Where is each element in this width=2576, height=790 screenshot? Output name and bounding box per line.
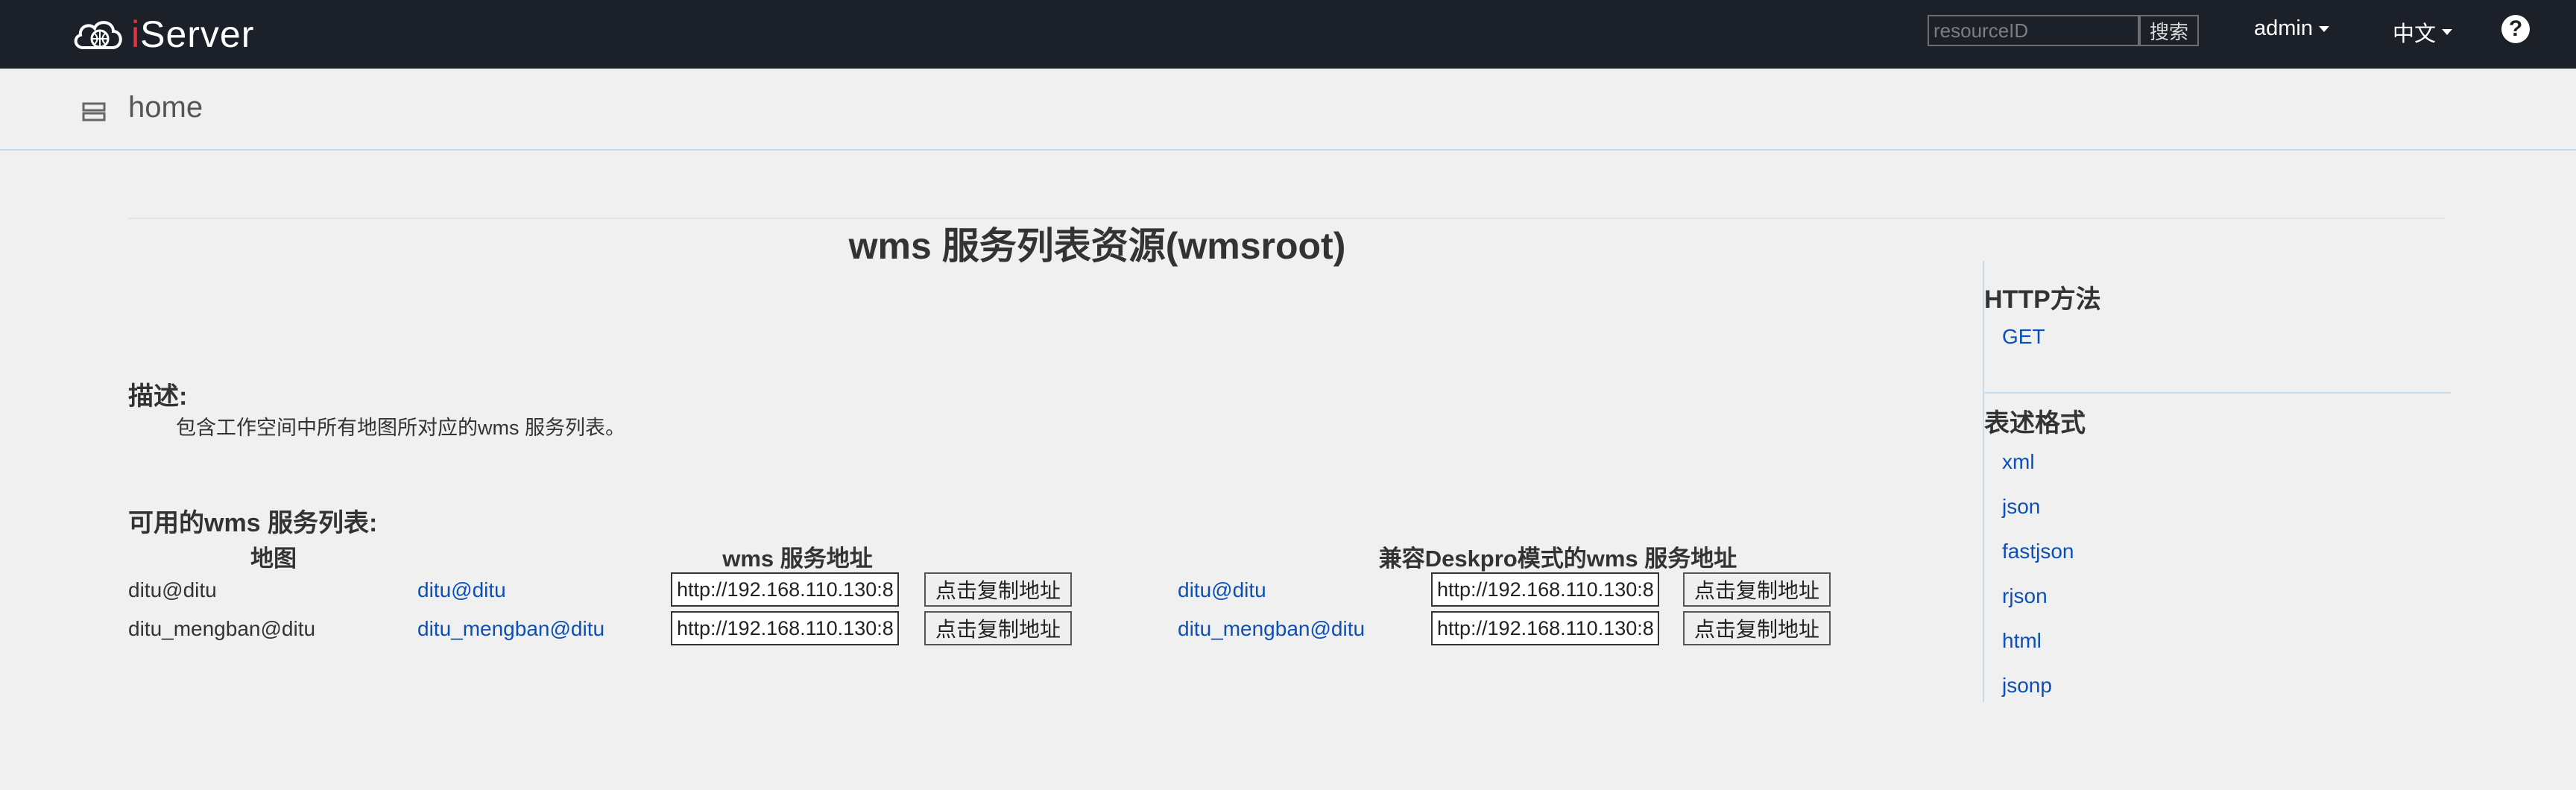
- menu-icon[interactable]: [82, 101, 106, 122]
- page-title: wms 服务列表资源(wmsroot): [848, 225, 1346, 267]
- help-icon[interactable]: ?: [2501, 15, 2530, 43]
- search-button[interactable]: 搜索: [2139, 15, 2199, 46]
- cloud-globe-icon: [74, 21, 122, 49]
- breadcrumb-bar: home: [0, 69, 2576, 151]
- language-dropdown[interactable]: 中文: [2393, 16, 2453, 48]
- deskpro-address-field[interactable]: [1431, 611, 1659, 645]
- deskpro-address-field[interactable]: [1431, 572, 1659, 607]
- http-methods-heading: HTTP方法: [1984, 285, 2101, 314]
- copy-deskpro-address-button[interactable]: 点击复制地址: [1683, 611, 1831, 645]
- description-heading: 描述:: [128, 382, 188, 411]
- service-list-heading: 可用的wms 服务列表:: [128, 509, 378, 537]
- format-html-link[interactable]: html: [2002, 629, 2042, 653]
- deskpro-service-link[interactable]: ditu_mengban@ditu: [1178, 617, 1365, 641]
- copy-address-button[interactable]: 点击复制地址: [924, 611, 1072, 645]
- format-fastjson-link[interactable]: fastjson: [2002, 540, 2074, 563]
- language-label: 中文: [2393, 22, 2437, 46]
- formats-heading: 表述格式: [1984, 409, 2086, 437]
- chevron-down-icon: [2442, 29, 2453, 35]
- format-json-link[interactable]: json: [2002, 495, 2040, 519]
- breadcrumb-home[interactable]: home: [128, 91, 203, 124]
- user-menu-label: admin: [2254, 16, 2313, 40]
- divider: [1984, 392, 2451, 394]
- column-header-wms-address: wms 服务地址: [722, 546, 873, 572]
- iserver-logo[interactable]: iServer: [70, 7, 254, 61]
- wms-service-link[interactable]: ditu@ditu: [417, 578, 506, 602]
- format-rjson-link[interactable]: rjson: [2002, 584, 2048, 608]
- wms-address-field[interactable]: [671, 611, 899, 645]
- copy-deskpro-address-button[interactable]: 点击复制地址: [1683, 572, 1831, 607]
- chevron-down-icon: [2319, 25, 2329, 32]
- copy-address-button[interactable]: 点击复制地址: [924, 572, 1072, 607]
- resource-id-search-input[interactable]: [1928, 15, 2139, 46]
- map-name: ditu@ditu: [128, 578, 217, 601]
- wms-service-link[interactable]: ditu_mengban@ditu: [417, 617, 604, 641]
- logo-text: iServer: [131, 13, 255, 55]
- description-text: 包含工作空间中所有地图所对应的wms 服务列表。: [176, 417, 625, 439]
- map-name: ditu_mengban@ditu: [128, 617, 316, 640]
- http-method-get-link[interactable]: GET: [2002, 325, 2045, 349]
- resource-sidebar: HTTP方法 GET 表述格式 xml json fastjson rjson …: [1983, 261, 2451, 702]
- format-xml-link[interactable]: xml: [2002, 450, 2035, 474]
- wms-address-field[interactable]: [671, 572, 899, 607]
- format-jsonp-link[interactable]: jsonp: [2002, 674, 2052, 698]
- top-navbar: iServer 搜索 admin 中文 ?: [0, 0, 2576, 69]
- user-menu-dropdown[interactable]: admin: [2254, 16, 2329, 41]
- column-header-map: 地图: [250, 546, 297, 572]
- deskpro-service-link[interactable]: ditu@ditu: [1178, 578, 1266, 602]
- column-header-deskpro-address: 兼容Deskpro模式的wms 服务地址: [1378, 546, 1737, 572]
